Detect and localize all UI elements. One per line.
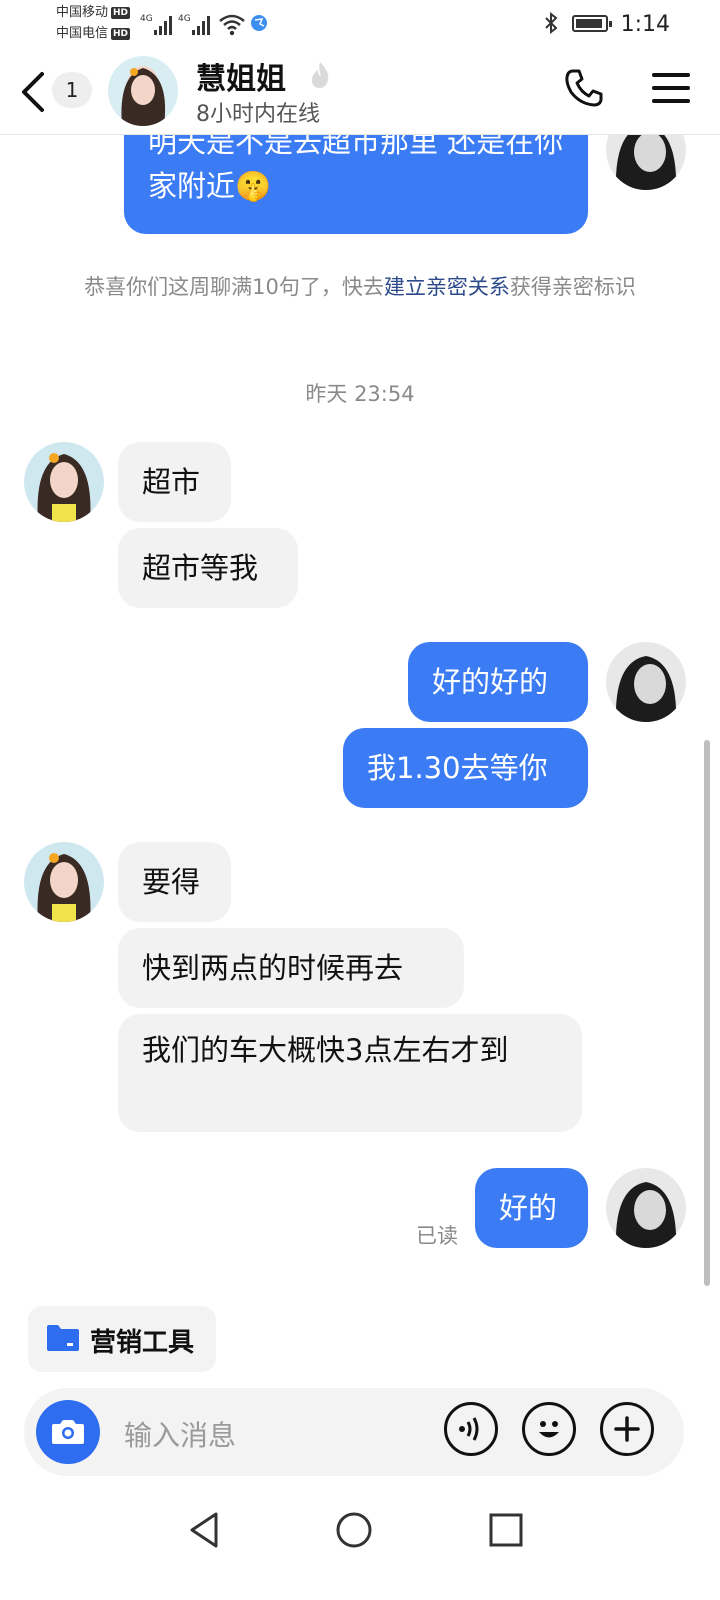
my-avatar[interactable] xyxy=(606,1168,686,1248)
svg-text:4G: 4G xyxy=(140,14,153,24)
plus-button[interactable] xyxy=(600,1402,654,1456)
outgoing-message[interactable]: 我1.30去等你 xyxy=(343,728,588,808)
menu-icon[interactable] xyxy=(652,73,690,103)
outgoing-message[interactable]: 好的 xyxy=(475,1168,588,1248)
emoji-icon-face: 🤫 xyxy=(235,169,272,203)
incoming-message[interactable]: 快到两点的时候再去 xyxy=(118,928,464,1008)
message-input-bar: 输入消息 xyxy=(24,1388,684,1476)
read-receipt: 已读 xyxy=(416,1224,458,1248)
phone-icon[interactable] xyxy=(564,68,604,108)
marketing-tools-label: 营销工具 xyxy=(90,1328,195,1358)
contact-avatar-in[interactable] xyxy=(24,842,104,922)
status-bar: 中国移动 HD 中国电信 HD 4G 4G 1:14 xyxy=(0,0,720,48)
message-input[interactable]: 输入消息 xyxy=(124,1414,236,1454)
outgoing-message[interactable]: 好的好的 xyxy=(408,642,588,722)
incoming-message[interactable]: 超市 xyxy=(118,442,231,522)
carrier-label-2: 中国电信 HD xyxy=(56,26,131,41)
carrier-label-1: 中国移动 HD xyxy=(56,5,131,20)
online-status: 8小时内在线 xyxy=(196,102,320,127)
camera-button[interactable] xyxy=(36,1400,100,1464)
folder-icon xyxy=(47,1325,79,1351)
message-list[interactable]: 明天是不是去超市那里 还是在你家附近🤫 恭喜你们这周聊满10句了，快去建立亲密关… xyxy=(0,134,720,1300)
nav-recent-icon[interactable] xyxy=(486,1510,526,1550)
camera-icon xyxy=(52,1420,84,1444)
contact-name: 慧姐姐 xyxy=(196,62,286,97)
system-nav-bar xyxy=(0,1496,720,1600)
marketing-tools-button[interactable]: 营销工具 xyxy=(28,1306,216,1372)
plus-icon xyxy=(614,1416,640,1442)
wifi-icon xyxy=(219,14,245,36)
clock: 1:14 xyxy=(620,12,670,37)
incoming-message[interactable]: 我们的车大概快3点左右才到 xyxy=(118,1014,582,1132)
flame-icon xyxy=(312,62,329,88)
contact-avatar-in[interactable] xyxy=(24,442,104,522)
voice-icon xyxy=(459,1417,479,1441)
scrollbar[interactable] xyxy=(704,740,710,1286)
battery-icon xyxy=(572,15,612,32)
message-timestamp: 昨天 23:54 xyxy=(305,382,415,406)
bluetooth-icon xyxy=(545,12,558,34)
build-intimacy-link[interactable]: 建立亲密关系 xyxy=(384,275,510,299)
svg-text:4G: 4G xyxy=(178,14,191,24)
my-avatar[interactable] xyxy=(606,134,686,190)
incoming-message[interactable]: 要得 xyxy=(118,842,231,922)
vpn-globe-icon xyxy=(251,15,267,31)
back-icon[interactable] xyxy=(18,70,48,114)
incoming-message[interactable]: 超市等我 xyxy=(118,528,298,608)
voice-button[interactable] xyxy=(444,1402,498,1456)
nav-home-icon[interactable] xyxy=(334,1510,374,1550)
contact-avatar[interactable] xyxy=(108,56,178,126)
cellular-signal-icon: 4G xyxy=(140,14,172,35)
unread-count-badge[interactable]: 1 xyxy=(52,72,92,108)
system-notice: 恭喜你们这周聊满10句了，快去建立亲密关系获得亲密标识 xyxy=(84,275,636,299)
chat-header: 1 慧姐姐 8小时内在线 xyxy=(0,48,720,135)
cellular-signal-icon-2: 4G xyxy=(178,14,210,35)
emoji-button[interactable] xyxy=(522,1402,576,1456)
nav-back-icon[interactable] xyxy=(184,1510,224,1550)
outgoing-message[interactable]: 明天是不是去超市那里 还是在你家附近🤫 xyxy=(124,134,588,234)
emoji-icon xyxy=(539,1421,559,1438)
my-avatar[interactable] xyxy=(606,642,686,722)
